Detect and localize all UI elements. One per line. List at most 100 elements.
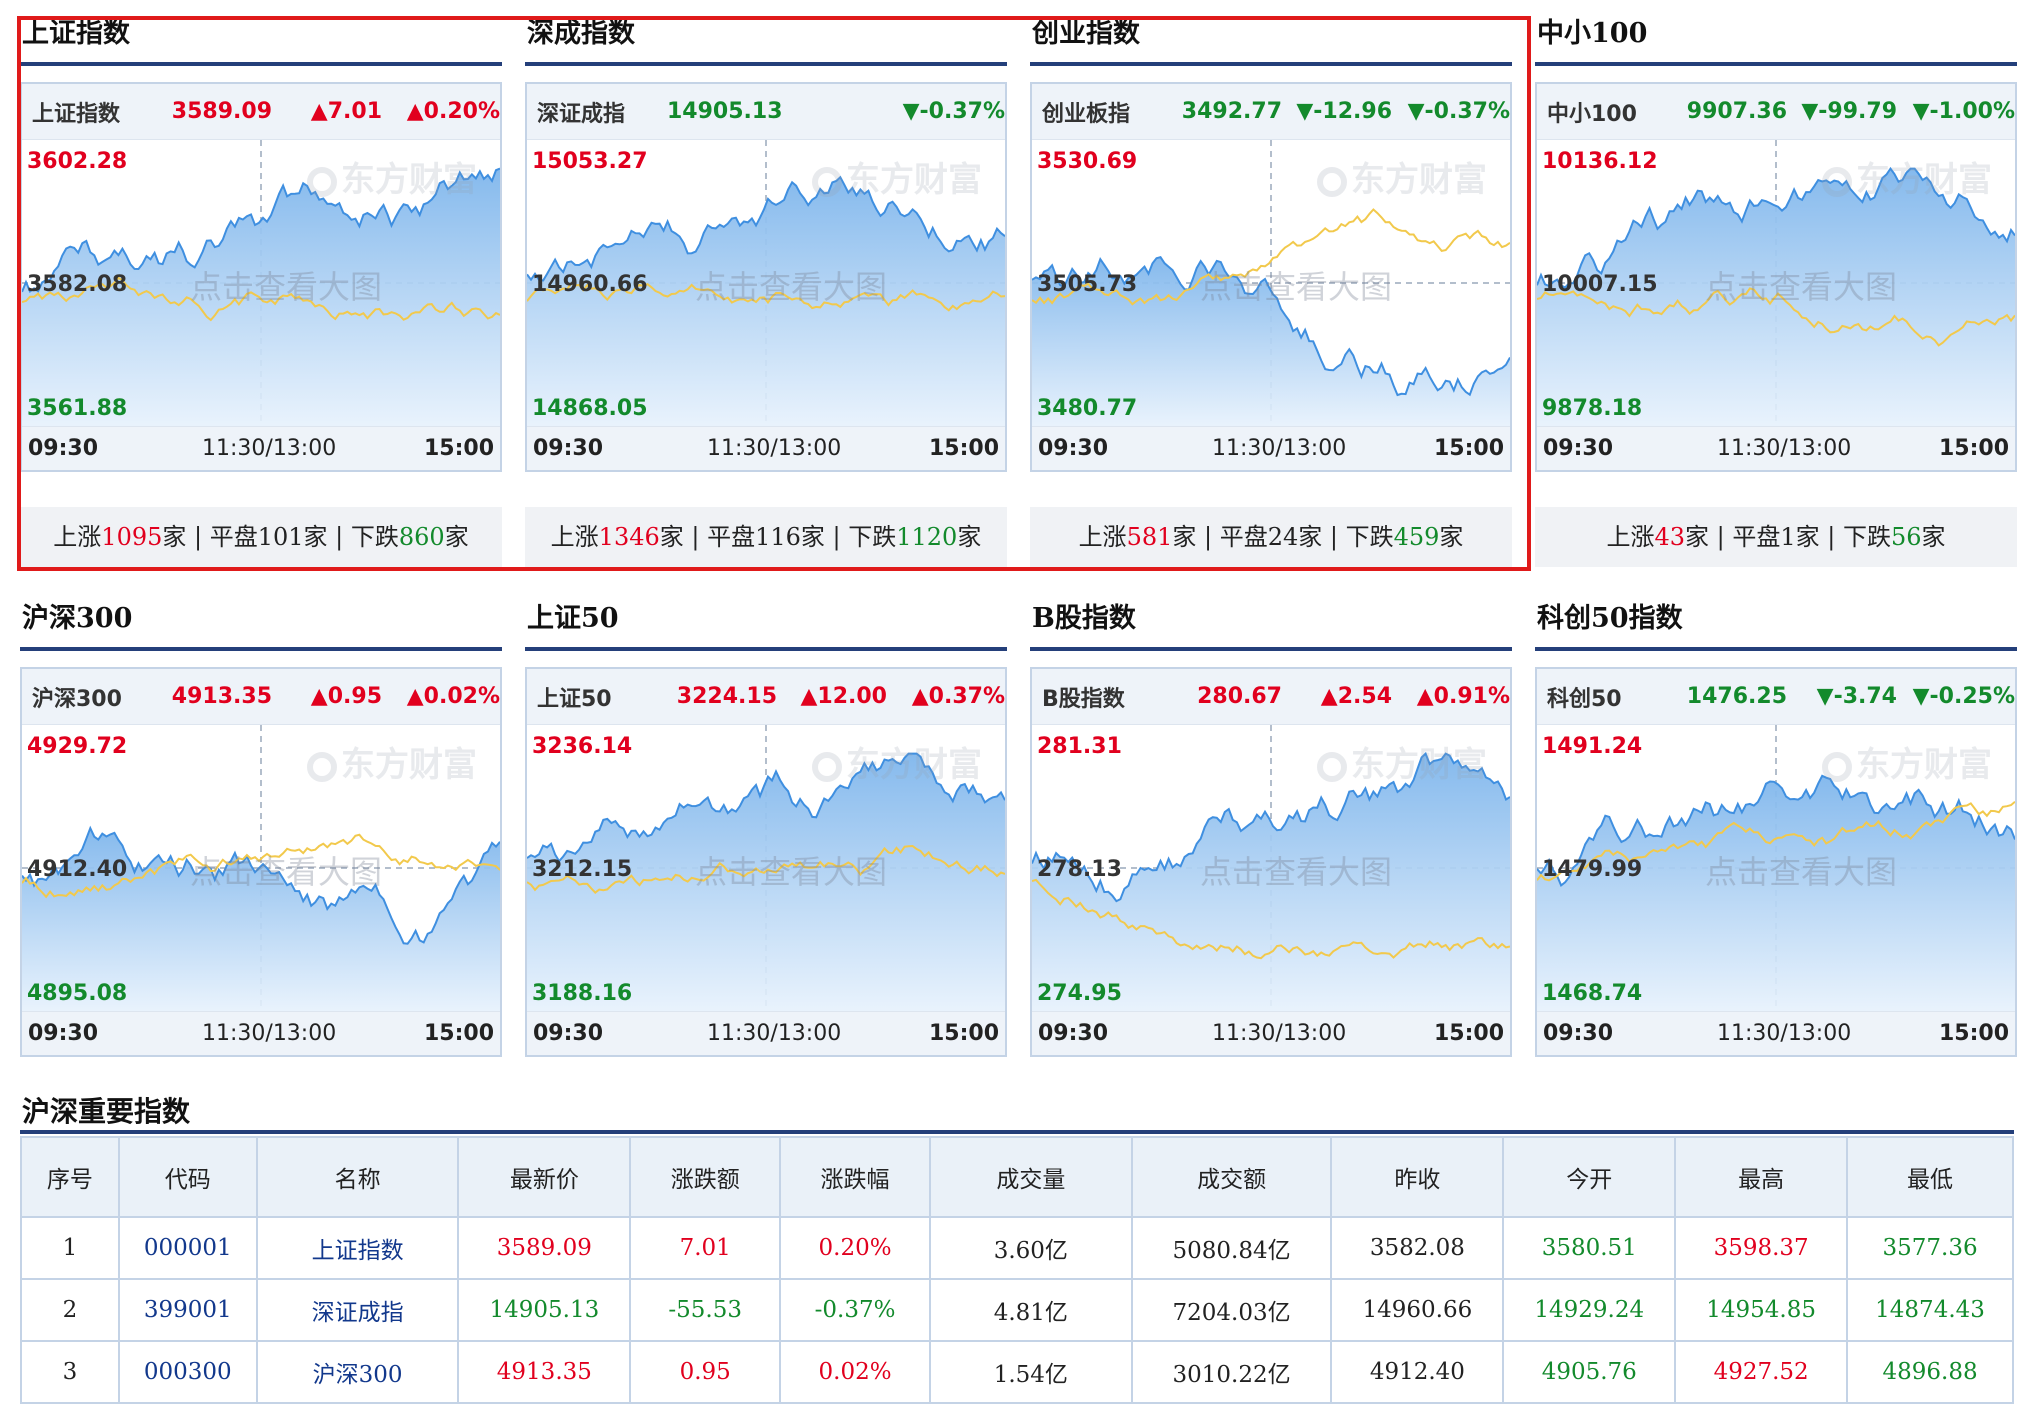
watermark-text: 东方财富 xyxy=(1351,745,1487,785)
brand-watermark: 东方财富 xyxy=(1317,152,1487,201)
table-cell-high: 3598.37 xyxy=(1674,1216,1849,1280)
mini-chart-hs300-index[interactable]: 沪深300 4913.35 ▲0.95 ▲0.02% 东方财富 点击查看大图 4… xyxy=(20,667,502,1057)
axis-prevclose-label: 3505.73 xyxy=(1037,272,1138,297)
price-change: ▼-3.74 xyxy=(1816,684,1897,709)
unit: 家 xyxy=(1795,523,1820,551)
index-name-link[interactable]: 上证指数 xyxy=(312,1238,404,1264)
col-header[interactable]: 名称 xyxy=(255,1136,460,1218)
table-cell-code[interactable]: 000001 xyxy=(117,1216,258,1280)
panel-hs300-index: 沪深300 沪深300 4913.35 ▲0.95 ▲0.02% 东方财富 点击… xyxy=(20,597,502,1057)
table-cell-code[interactable]: 399001 xyxy=(117,1278,258,1342)
chart-quote-header: 科创50 1476.25 ▼-3.74 ▼-0.25% xyxy=(1537,669,2015,725)
index-code-link[interactable]: 000300 xyxy=(144,1359,232,1385)
chart-quote-header: 沪深300 4913.35 ▲0.95 ▲0.02% xyxy=(22,669,500,725)
mini-chart-zx100-index[interactable]: 中小100 9907.36 ▼-99.79 ▼-1.00% 东方财富 点击查看大… xyxy=(1535,82,2017,472)
flat-label: 平盘 xyxy=(209,523,258,551)
latest-price: 3589.09 xyxy=(171,99,272,124)
table-cell-name[interactable]: 深证成指 xyxy=(255,1278,460,1342)
percent-change: ▲0.02% xyxy=(406,684,500,709)
index-name-link[interactable]: 深证成指 xyxy=(312,1300,404,1326)
view-large-chart-link[interactable]: 点击查看大图 xyxy=(190,847,382,893)
time-label-close: 15:00 xyxy=(1938,1021,2009,1046)
panel-title: 上证50 xyxy=(527,603,619,634)
index-name-link[interactable]: 沪深300 xyxy=(313,1362,403,1388)
table-cell-prevclose: 3582.08 xyxy=(1330,1216,1505,1280)
col-header[interactable]: 代码 xyxy=(117,1136,258,1218)
time-axis: 09:30 11:30/13:00 15:00 xyxy=(527,1011,1005,1055)
table-cell-code[interactable]: 000300 xyxy=(117,1340,258,1404)
table-cell-name[interactable]: 沪深300 xyxy=(255,1340,460,1404)
down-count: 860 xyxy=(398,523,445,551)
chart-quote-header: B股指数 280.67 ▲2.54 ▲0.91% xyxy=(1032,669,1510,725)
col-header[interactable]: 成交量 xyxy=(928,1136,1133,1218)
view-large-chart-link[interactable]: 点击查看大图 xyxy=(190,262,382,308)
view-large-chart-link[interactable]: 点击查看大图 xyxy=(1200,847,1392,893)
panel-sz50-index: 上证50 上证50 3224.15 ▲12.00 ▲0.37% 东方财富 点击查… xyxy=(525,597,1007,1057)
index-name: 中小100 xyxy=(1547,101,1637,127)
unit: 家 xyxy=(1921,523,1946,551)
unit: 家 xyxy=(444,523,469,551)
market-breadth: 上涨43家 | 平盘1家 | 下跌56家 xyxy=(1535,507,2017,567)
table-cell-price: 14905.13 xyxy=(457,1278,632,1342)
col-header[interactable]: 涨跌额 xyxy=(629,1136,782,1218)
view-large-chart-link[interactable]: 点击查看大图 xyxy=(1705,262,1897,308)
table-cell-low: 3577.36 xyxy=(1846,1216,2014,1280)
up-count: 581 xyxy=(1126,523,1173,551)
col-header[interactable]: 最高 xyxy=(1674,1136,1849,1218)
table-cell-name[interactable]: 上证指数 xyxy=(255,1216,460,1280)
brand-logo-icon xyxy=(812,751,842,782)
index-code-link[interactable]: 399001 xyxy=(144,1297,232,1323)
index-name: 沪深300 xyxy=(32,686,122,712)
percent-change: ▼-0.25% xyxy=(1912,684,2015,709)
col-header[interactable]: 最低 xyxy=(1846,1136,2014,1218)
mini-chart-bshare-index[interactable]: B股指数 280.67 ▲2.54 ▲0.91% 东方财富 点击查看大图 281… xyxy=(1030,667,1512,1057)
time-label-close: 15:00 xyxy=(1938,436,2009,461)
table-cell-prevclose: 4912.40 xyxy=(1330,1340,1505,1404)
col-header[interactable]: 序号 xyxy=(20,1136,120,1218)
time-label-open: 09:30 xyxy=(28,1021,99,1046)
view-large-chart-link[interactable]: 点击查看大图 xyxy=(1200,262,1392,308)
latest-price: 3224.15 xyxy=(676,684,777,709)
index-name: 上证指数 xyxy=(32,101,121,127)
time-label-open: 09:30 xyxy=(1543,436,1614,461)
table-row[interactable]: 2 399001 深证成指 14905.13 -55.53 -0.37% 4.81亿 7204… xyxy=(20,1278,2014,1342)
axis-low-label: 3188.16 xyxy=(532,981,633,1006)
chart-quote-header: 深证成指 14905.13 ▼-0.37% xyxy=(527,84,1005,140)
col-header[interactable]: 成交额 xyxy=(1130,1136,1333,1218)
brand-watermark: 东方财富 xyxy=(1317,737,1487,786)
axis-high-label: 3602.28 xyxy=(27,149,128,174)
col-header[interactable]: 昨收 xyxy=(1330,1136,1505,1218)
panel-divider xyxy=(525,62,1007,66)
time-label-open: 09:30 xyxy=(28,436,99,461)
col-header[interactable]: 涨跌幅 xyxy=(779,1136,931,1218)
market-breadth: 上涨581家 | 平盘24家 | 下跌459家 xyxy=(1030,507,1512,567)
mini-chart-sz50-index[interactable]: 上证50 3224.15 ▲12.00 ▲0.37% 东方财富 点击查看大图 3… xyxy=(525,667,1007,1057)
axis-low-label: 3561.88 xyxy=(27,396,128,421)
table-cell-price: 4913.35 xyxy=(457,1340,632,1404)
table-cell-index: 3 xyxy=(20,1340,120,1404)
col-header[interactable]: 今开 xyxy=(1502,1136,1677,1218)
view-large-chart-link[interactable]: 点击查看大图 xyxy=(1705,847,1897,893)
table-row[interactable]: 3 000300 沪深300 4913.35 0.95 0.02% 1.54亿 3010.22… xyxy=(20,1340,2014,1404)
table-cell-open: 14929.24 xyxy=(1502,1278,1677,1342)
axis-prevclose-label: 3212.15 xyxy=(532,857,633,882)
panel-divider xyxy=(1030,62,1512,66)
axis-low-label: 3480.77 xyxy=(1037,396,1138,421)
axis-prevclose-label: 3582.08 xyxy=(27,272,128,297)
index-name: 上证50 xyxy=(537,686,612,712)
mini-chart-sh-index[interactable]: 上证指数 3589.09 ▲7.01 ▲0.20% 东方财富 点击查看大图 36… xyxy=(20,82,502,472)
table-row[interactable]: 1 000001 上证指数 3589.09 7.01 0.20% 3.60亿 5080.84亿… xyxy=(20,1216,2014,1280)
mini-chart-kc50-index[interactable]: 科创50 1476.25 ▼-3.74 ▼-0.25% 东方财富 点击查看大图 … xyxy=(1535,667,2017,1057)
col-header[interactable]: 最新价 xyxy=(457,1136,632,1218)
mini-chart-sz-index[interactable]: 深证成指 14905.13 ▼-0.37% 东方财富 点击查看大图 15053.… xyxy=(525,82,1007,472)
view-large-chart-link[interactable]: 点击查看大图 xyxy=(695,262,887,308)
index-code-link[interactable]: 000001 xyxy=(144,1235,232,1261)
panel-bshare-index: B股指数 B股指数 280.67 ▲2.54 ▲0.91% 东方财富 点击查看大… xyxy=(1030,597,1512,1057)
view-large-chart-link[interactable]: 点击查看大图 xyxy=(695,847,887,893)
axis-low-label: 274.95 xyxy=(1037,981,1122,1006)
panel-divider xyxy=(525,647,1007,651)
watermark-text: 东方财富 xyxy=(846,745,982,785)
mini-chart-cyb-index[interactable]: 创业板指 3492.77 ▼-12.96 ▼-0.37% 东方财富 点击查看大图… xyxy=(1030,82,1512,472)
down-label: 下跌 xyxy=(1842,523,1891,551)
flat-count: 1 xyxy=(1780,523,1796,551)
